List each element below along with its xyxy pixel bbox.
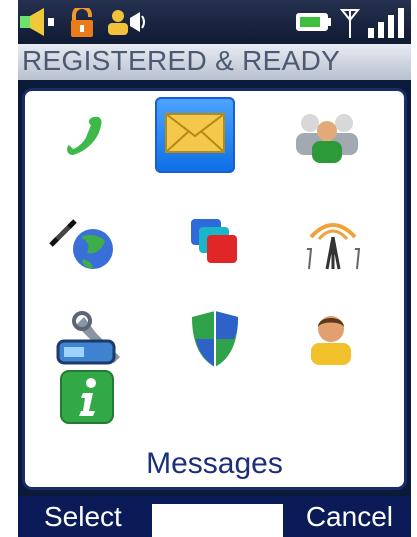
info-icon bbox=[59, 369, 115, 430]
status-bar bbox=[18, 0, 411, 44]
menu-item-radio[interactable] bbox=[293, 207, 373, 283]
menu-item-network[interactable] bbox=[43, 207, 123, 283]
envelope-icon bbox=[164, 110, 226, 161]
select-softkey[interactable]: Select bbox=[44, 496, 122, 537]
security-shield-icon bbox=[188, 309, 242, 374]
menu-item-phone[interactable] bbox=[43, 99, 123, 175]
main-menu-panel: Messages bbox=[22, 88, 407, 490]
battery-icon bbox=[296, 12, 332, 37]
stacked-windows-icon bbox=[187, 217, 243, 274]
speaker-icon bbox=[20, 8, 56, 41]
contacts-icon bbox=[292, 107, 362, 168]
phone-icon bbox=[59, 111, 107, 164]
phone-screen: REGISTERED & READY Messages Select Cance… bbox=[18, 0, 411, 537]
contact-call-icon bbox=[106, 8, 148, 41]
network-globe-icon bbox=[47, 215, 119, 276]
menu-item-profile[interactable] bbox=[291, 303, 371, 379]
status-title-text: REGISTERED & READY bbox=[22, 45, 341, 76]
menu-item-info[interactable] bbox=[47, 361, 127, 437]
cancel-softkey[interactable]: Cancel bbox=[306, 496, 393, 537]
menu-item-windows[interactable] bbox=[175, 207, 255, 283]
softkey-bar: Select Cancel bbox=[18, 496, 411, 537]
center-softkey[interactable] bbox=[152, 504, 283, 537]
menu-item-messages[interactable] bbox=[155, 97, 235, 173]
menu-item-contacts[interactable] bbox=[287, 99, 367, 175]
signal-icon bbox=[339, 6, 406, 45]
menu-item-security[interactable] bbox=[175, 303, 255, 379]
unlock-icon bbox=[68, 5, 96, 43]
selected-menu-label: Messages bbox=[146, 447, 283, 480]
user-profile-icon bbox=[307, 311, 355, 372]
radio-antenna-icon bbox=[297, 213, 369, 278]
status-title-bar: REGISTERED & READY bbox=[18, 44, 411, 80]
